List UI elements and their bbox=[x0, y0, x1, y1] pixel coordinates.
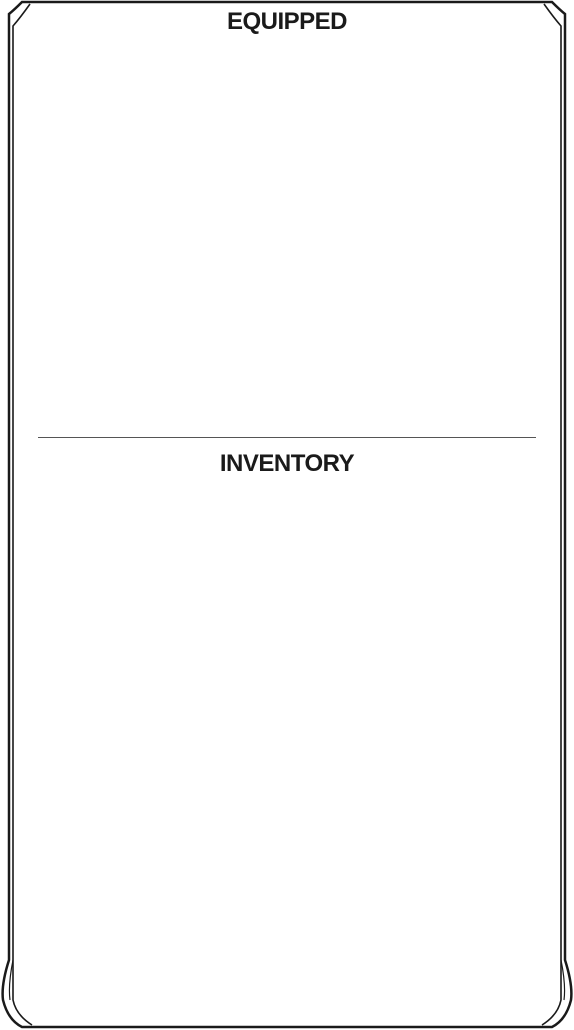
inventory-slots-area bbox=[20, 482, 554, 1012]
equipped-slots-area bbox=[20, 40, 554, 430]
inventory-title: INVENTORY bbox=[219, 450, 355, 477]
section-divider bbox=[38, 437, 536, 438]
equipped-title: EQUIPPED bbox=[226, 8, 348, 35]
